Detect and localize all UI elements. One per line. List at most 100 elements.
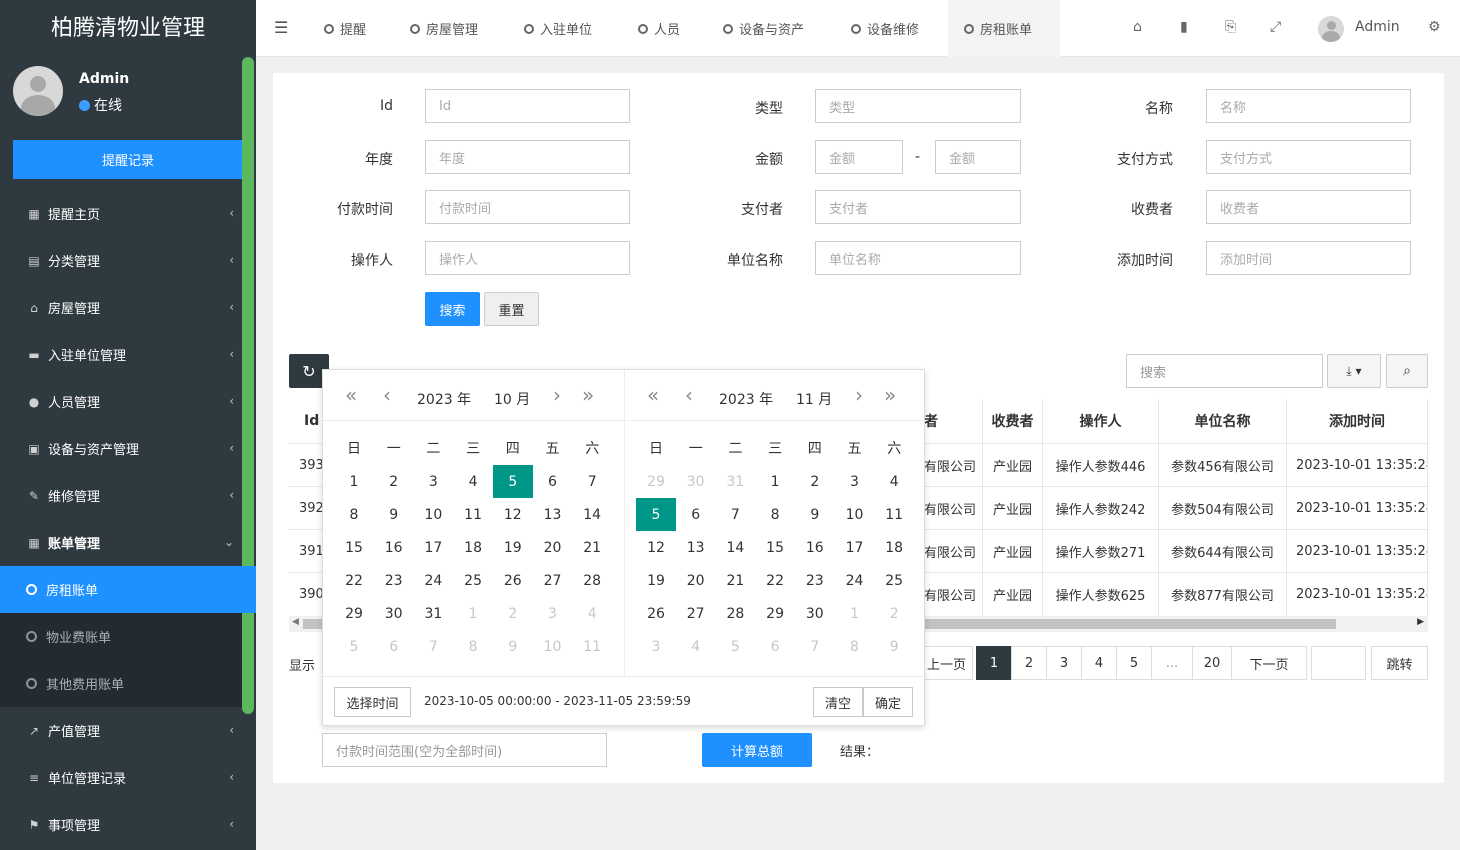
calendar-day[interactable]: 1 bbox=[835, 597, 875, 630]
fullscreen-icon[interactable]: ⤢ bbox=[1270, 19, 1281, 35]
calendar-day[interactable]: 7 bbox=[572, 465, 612, 498]
tab-assets[interactable]: 设备与资产 bbox=[723, 0, 818, 57]
filter-amount-min-input[interactable]: 金额 bbox=[815, 140, 903, 174]
calendar-day[interactable]: 27 bbox=[676, 597, 716, 630]
next-page-button[interactable]: 下一页 bbox=[1231, 646, 1307, 680]
calendar-day[interactable]: 18 bbox=[874, 531, 914, 564]
calendar-day[interactable]: 13 bbox=[676, 531, 716, 564]
calendar-day[interactable]: 26 bbox=[493, 564, 533, 597]
trash-icon[interactable]: ▮ bbox=[1180, 19, 1188, 35]
tab-repairs[interactable]: 设备维修 bbox=[851, 0, 931, 57]
calendar-day[interactable]: 24 bbox=[835, 564, 875, 597]
page-2-button[interactable]: 2 bbox=[1011, 646, 1047, 680]
filter-type-input[interactable]: 类型 bbox=[815, 89, 1021, 123]
sidebar-item-other-bills[interactable]: 其他费用账单 bbox=[0, 660, 242, 707]
calendar-day[interactable]: 3 bbox=[533, 597, 573, 630]
calendar-day[interactable]: 19 bbox=[636, 564, 676, 597]
calendar-day[interactable]: 18 bbox=[453, 531, 493, 564]
calendar-day[interactable]: 3 bbox=[835, 465, 875, 498]
calendar-day[interactable]: 15 bbox=[755, 531, 795, 564]
calendar-day[interactable]: 6 bbox=[755, 630, 795, 663]
col-header-added[interactable]: 添加时间 bbox=[1287, 399, 1428, 443]
calendar-day[interactable]: 2 bbox=[374, 465, 414, 498]
settings-icon[interactable]: ⚙ bbox=[1428, 19, 1441, 35]
calendar-day[interactable]: 3 bbox=[413, 465, 453, 498]
select-time-button[interactable]: 选择时间 bbox=[334, 687, 411, 717]
calendar-day[interactable]: 1 bbox=[755, 465, 795, 498]
calendar-day[interactable]: 4 bbox=[572, 597, 612, 630]
filter-year-input[interactable]: 年度 bbox=[425, 140, 630, 174]
calendar-day[interactable]: 19 bbox=[493, 531, 533, 564]
calendar-day[interactable]: 14 bbox=[715, 531, 755, 564]
confirm-button[interactable]: 确定 bbox=[863, 687, 913, 717]
calendar-day[interactable]: 24 bbox=[413, 564, 453, 597]
sidebar-item-people[interactable]: ● 人员管理 ‹ bbox=[0, 378, 242, 425]
sidebar-item-categories[interactable]: ▤ 分类管理 ‹ bbox=[0, 237, 242, 284]
calendar-day[interactable]: 10 bbox=[413, 498, 453, 531]
remind-records-button[interactable]: 提醒记录 bbox=[13, 140, 243, 179]
filter-payee-input[interactable]: 收费者 bbox=[1206, 190, 1411, 224]
calendar-day[interactable]: 31 bbox=[715, 465, 755, 498]
calendar-day[interactable]: 9 bbox=[874, 630, 914, 663]
table-search-input[interactable]: 搜索 bbox=[1126, 354, 1323, 388]
calendar-day[interactable]: 16 bbox=[374, 531, 414, 564]
calendar-day[interactable]: 7 bbox=[413, 630, 453, 663]
calendar-day[interactable]: 4 bbox=[676, 630, 716, 663]
calendar-day[interactable]: 4 bbox=[453, 465, 493, 498]
calendar-day[interactable]: 7 bbox=[795, 630, 835, 663]
col-header-payee[interactable]: 收费者 bbox=[983, 399, 1043, 443]
calendar-day[interactable]: 26 bbox=[636, 597, 676, 630]
calendar-day[interactable]: 23 bbox=[374, 564, 414, 597]
calendar-day[interactable]: 4 bbox=[874, 465, 914, 498]
tab-rent-bills[interactable]: 房租账单 bbox=[948, 0, 1060, 57]
calendar-day[interactable]: 28 bbox=[572, 564, 612, 597]
calendar-day[interactable]: 5 bbox=[492, 465, 533, 498]
calendar-day[interactable]: 31 bbox=[413, 597, 453, 630]
calendar-day[interactable]: 29 bbox=[334, 597, 374, 630]
prev-month-icon[interactable]: ‹ bbox=[685, 383, 693, 407]
calendar-day[interactable]: 13 bbox=[533, 498, 573, 531]
calendar-day[interactable]: 2 bbox=[795, 465, 835, 498]
calendar-day[interactable]: 20 bbox=[676, 564, 716, 597]
tab-people[interactable]: 人员 bbox=[638, 0, 690, 57]
calendar-day[interactable]: 17 bbox=[413, 531, 453, 564]
tab-houses[interactable]: 房屋管理 bbox=[410, 0, 490, 57]
filter-unit-input[interactable]: 单位名称 bbox=[815, 241, 1021, 275]
home-icon[interactable]: ⌂ bbox=[1133, 19, 1142, 35]
calendar-day[interactable]: 25 bbox=[874, 564, 914, 597]
next-month-icon[interactable]: › bbox=[553, 383, 561, 407]
sidebar-item-houses[interactable]: ⌂ 房屋管理 ‹ bbox=[0, 284, 242, 331]
calculate-total-button[interactable]: 计算总额 bbox=[702, 733, 812, 767]
calendar-day[interactable]: 11 bbox=[874, 498, 914, 531]
filter-payer-input[interactable]: 支付者 bbox=[815, 190, 1021, 224]
next-year-icon[interactable]: » bbox=[884, 383, 896, 407]
filter-pay-time-input[interactable]: 付款时间 bbox=[425, 190, 630, 224]
calendar-day[interactable]: 30 bbox=[795, 597, 835, 630]
jump-page-input[interactable] bbox=[1311, 646, 1366, 680]
sidebar-item-output[interactable]: ↗ 产值管理 ‹ bbox=[0, 707, 242, 754]
calendar-day[interactable]: 8 bbox=[334, 498, 374, 531]
sidebar-item-repairs[interactable]: ✎ 维修管理 ‹ bbox=[0, 472, 242, 519]
filter-pay-method-input[interactable]: 支付方式 bbox=[1206, 140, 1411, 174]
calendar-day[interactable]: 6 bbox=[374, 630, 414, 663]
prev-year-icon[interactable]: « bbox=[345, 383, 357, 407]
calendar-month[interactable]: 10 月 bbox=[494, 389, 530, 409]
col-header-operator[interactable]: 操作人 bbox=[1043, 399, 1159, 443]
calendar-day[interactable]: 21 bbox=[715, 564, 755, 597]
col-header-payer[interactable]: 者 bbox=[924, 399, 983, 443]
calendar-day[interactable]: 23 bbox=[795, 564, 835, 597]
calendar-day[interactable]: 1 bbox=[453, 597, 493, 630]
calendar-day[interactable]: 9 bbox=[374, 498, 414, 531]
filter-name-input[interactable]: 名称 bbox=[1206, 89, 1411, 123]
calendar-day[interactable]: 25 bbox=[453, 564, 493, 597]
calendar-day[interactable]: 7 bbox=[715, 498, 755, 531]
calendar-month[interactable]: 11 月 bbox=[796, 389, 832, 409]
calendar-year[interactable]: 2023 年 bbox=[719, 389, 773, 409]
sidebar-item-bills[interactable]: ▦ 账单管理 ⌄ bbox=[0, 519, 242, 566]
sidebar-item-unit-records[interactable]: ≡ 单位管理记录 ‹ bbox=[0, 754, 242, 801]
calendar-day[interactable]: 8 bbox=[835, 630, 875, 663]
scroll-left-icon[interactable]: ◀ bbox=[292, 617, 299, 627]
calendar-day[interactable]: 15 bbox=[334, 531, 374, 564]
calendar-day[interactable]: 2 bbox=[874, 597, 914, 630]
page-1-button[interactable]: 1 bbox=[976, 646, 1012, 680]
